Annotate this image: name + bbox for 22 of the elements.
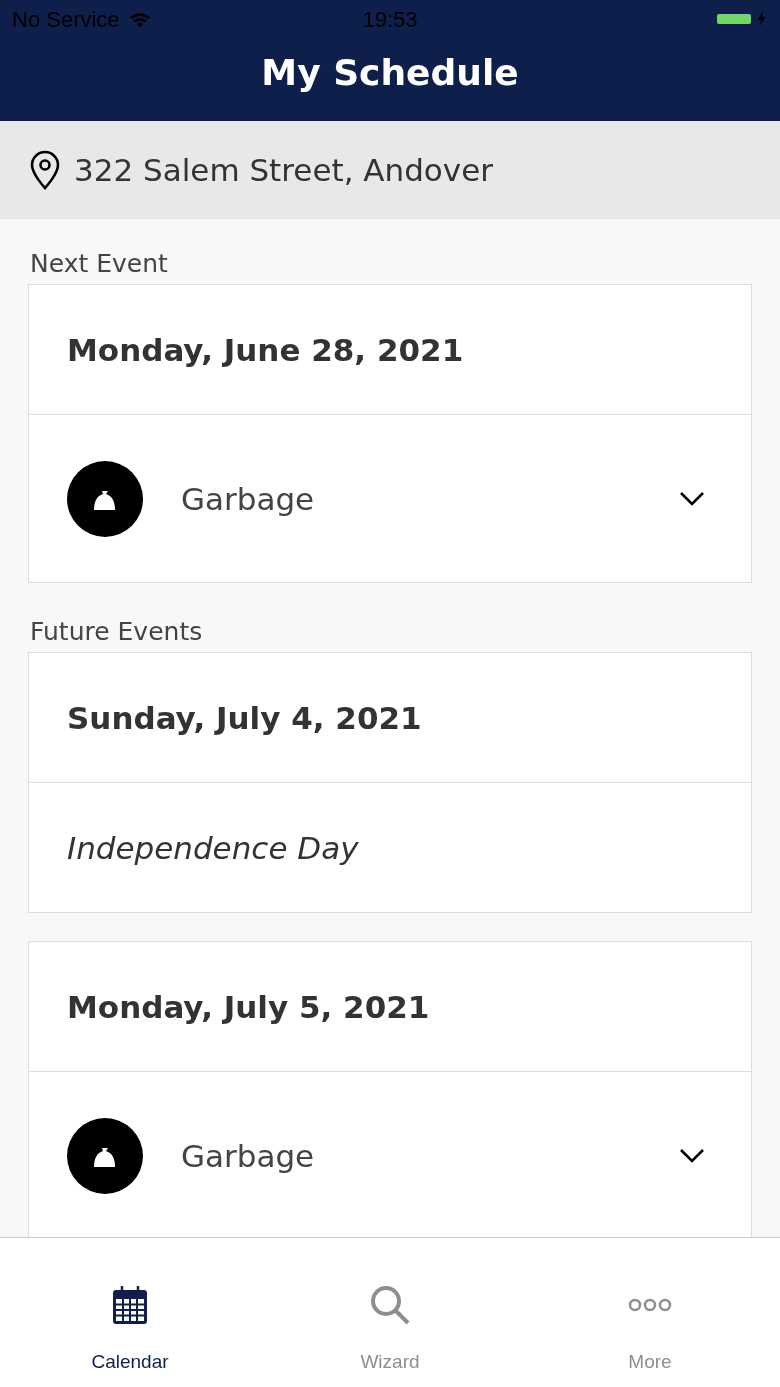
section-heading: Future Events bbox=[29, 616, 204, 648]
carrier-label: No Service bbox=[12, 7, 120, 33]
calendar-icon bbox=[112, 1283, 148, 1327]
chevron-icon[interactable] bbox=[679, 490, 705, 507]
event-date: Monday, June 28, 2021 bbox=[67, 331, 464, 368]
pickup-row[interactable]: Garbage bbox=[29, 1072, 751, 1237]
chevron-icon[interactable] bbox=[679, 1147, 705, 1164]
event-date: Monday, July 5, 2021 bbox=[67, 988, 430, 1025]
section-heading: Next Event bbox=[29, 248, 169, 280]
garbage-bag-icon bbox=[67, 460, 143, 537]
pickup-label: Garbage bbox=[181, 480, 316, 517]
holiday-label: Independence Day bbox=[67, 829, 359, 866]
address-text: 322 Salem Street, Andover bbox=[74, 152, 493, 188]
screen-title: My Schedule bbox=[260, 52, 520, 93]
tab[interactable]: Calendar bbox=[0, 1238, 260, 1387]
garbage-bag-icon bbox=[67, 1117, 143, 1194]
status-time: 19:53 bbox=[362, 7, 418, 33]
pickup-row[interactable]: Garbage bbox=[29, 415, 751, 582]
location-pin-icon bbox=[30, 150, 60, 190]
search-icon bbox=[368, 1283, 412, 1327]
event-date: Sunday, July 4, 2021 bbox=[67, 699, 422, 736]
pickup-label: Garbage bbox=[181, 1137, 316, 1174]
